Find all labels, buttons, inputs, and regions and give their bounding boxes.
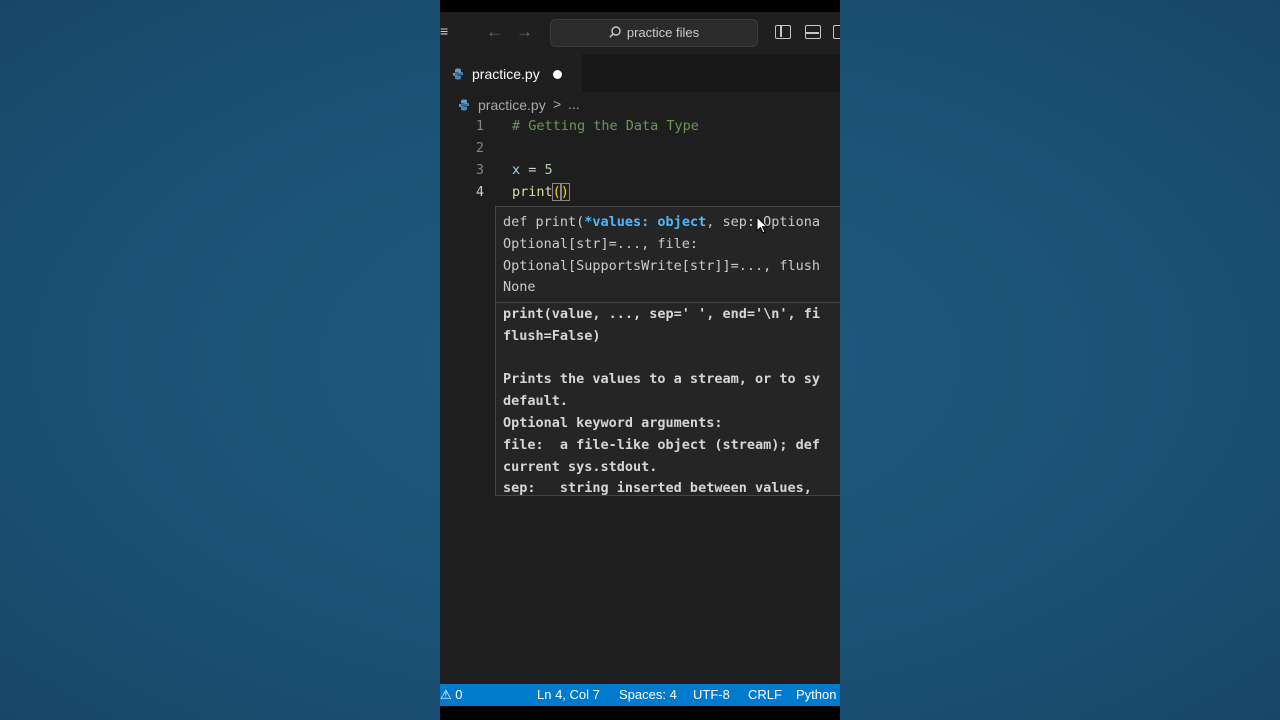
variable-token: x bbox=[512, 162, 521, 178]
sig-line: None bbox=[503, 279, 536, 296]
status-encoding[interactable]: UTF-8 bbox=[693, 684, 730, 706]
toggle-panel-icon[interactable] bbox=[805, 25, 821, 39]
breadcrumb: practice.py > ... bbox=[440, 92, 840, 118]
status-language[interactable]: Python bbox=[796, 684, 836, 706]
number-token: 5 bbox=[544, 162, 553, 178]
sig-prefix: def print( bbox=[503, 214, 585, 230]
code-line[interactable]: 3 x = 5 bbox=[440, 162, 840, 184]
breadcrumb-more[interactable]: ... bbox=[568, 96, 580, 112]
tab-practice-py[interactable]: practice.py bbox=[440, 54, 582, 93]
code-line[interactable]: 1 # Getting the Data Type bbox=[440, 118, 840, 140]
close-paren-token: ) bbox=[559, 183, 570, 201]
doc-line: default. bbox=[503, 393, 569, 410]
line-number: 2 bbox=[475, 140, 484, 156]
line-number: 4 bbox=[475, 184, 484, 200]
signature-text: def print(*values: object, sep: Optiona … bbox=[503, 212, 840, 299]
arrow-left-icon[interactable]: ← bbox=[486, 22, 503, 42]
doc-line: current sys.stdout. bbox=[503, 458, 658, 475]
python-file-icon bbox=[452, 68, 464, 80]
doc-line: print(value, ..., sep=' ', end='\n', fi bbox=[503, 306, 820, 322]
bottom-letterbox bbox=[440, 706, 840, 720]
status-cursor-position[interactable]: Ln 4, Col 7 bbox=[537, 684, 600, 706]
sig-line: Optional[SupportsWrite[str]]=..., flush bbox=[503, 257, 820, 274]
line-number: 3 bbox=[475, 162, 484, 178]
status-bar: ⚠ 0 Ln 4, Col 7 Spaces: 4 UTF-8 CRLF Pyt… bbox=[440, 684, 840, 706]
toggle-sidebar-icon[interactable] bbox=[775, 25, 791, 39]
doc-line: Optional keyword arguments: bbox=[503, 414, 723, 431]
arrow-right-icon[interactable]: → bbox=[516, 22, 533, 42]
search-label: practice files bbox=[626, 25, 700, 40]
chevron-right-icon: > bbox=[553, 96, 562, 112]
code-line[interactable]: 2 bbox=[440, 140, 840, 162]
breadcrumb-file[interactable]: practice.py bbox=[478, 97, 546, 113]
title-bar: ≡ ← → practice files bbox=[440, 12, 840, 54]
comment-text: # Getting the Data Type bbox=[512, 118, 699, 134]
sig-line: Optional[str]=..., file: bbox=[503, 235, 699, 252]
code-line-active[interactable]: 4 print() bbox=[440, 183, 840, 206]
sig-active-param: *values: object bbox=[584, 214, 707, 230]
open-paren-token: ( bbox=[551, 183, 562, 201]
doc-line: file: a file-like object (stream); def bbox=[503, 436, 820, 453]
python-file-icon bbox=[458, 99, 470, 111]
vscode-window: ≡ ← → practice files practice.py practic… bbox=[440, 0, 840, 720]
status-line-ending[interactable]: CRLF bbox=[748, 684, 782, 706]
doc-line: sep: string inserted between values, bbox=[503, 480, 812, 496]
mouse-pointer-icon bbox=[756, 216, 768, 234]
command-center-search[interactable]: practice files bbox=[550, 19, 758, 47]
print-call: print() bbox=[512, 183, 570, 201]
function-token: print bbox=[512, 184, 553, 200]
tab-label: practice.py bbox=[472, 66, 540, 82]
menu-icon[interactable]: ≡ bbox=[440, 24, 452, 38]
assignment-statement: x = 5 bbox=[512, 162, 553, 178]
toggle-secondary-sidebar-icon[interactable] bbox=[833, 25, 840, 39]
status-indentation[interactable]: Spaces: 4 bbox=[619, 684, 677, 706]
doc-line: flush=False) bbox=[503, 327, 601, 344]
unsaved-dot-icon[interactable] bbox=[553, 70, 562, 79]
status-problems[interactable]: ⚠ 0 bbox=[440, 684, 463, 706]
docstring-text: print(value, ..., sep=' ', end='\n', fi … bbox=[503, 304, 840, 496]
tab-bar: practice.py bbox=[440, 54, 840, 93]
top-letterbox bbox=[440, 0, 840, 12]
search-icon bbox=[609, 26, 621, 38]
line-number: 1 bbox=[475, 118, 484, 134]
popup-divider bbox=[496, 302, 840, 303]
signature-help-popup[interactable]: def print(*values: object, sep: Optiona … bbox=[495, 206, 840, 496]
doc-line: Prints the values to a stream, or to sy bbox=[503, 371, 820, 388]
operator-token: = bbox=[520, 162, 545, 178]
